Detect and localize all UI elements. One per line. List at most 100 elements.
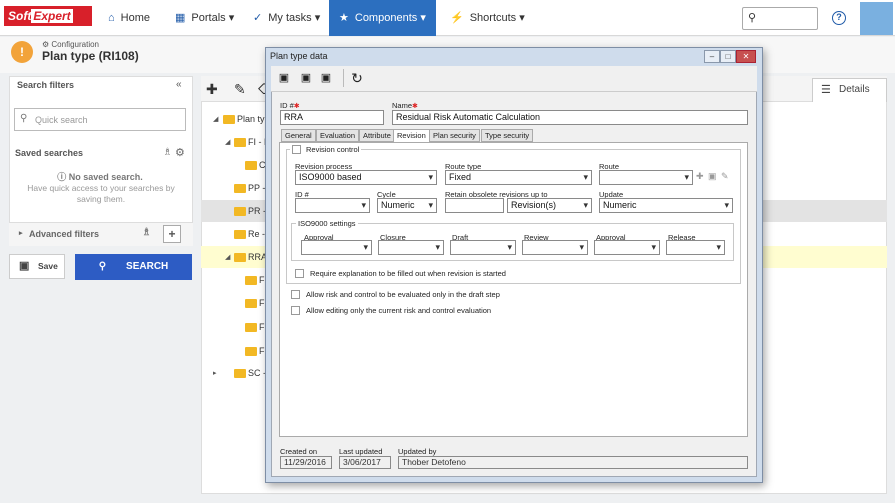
folder-icon — [245, 347, 257, 356]
folder-icon — [234, 230, 246, 239]
tab-evaluation[interactable]: Evaluation — [316, 129, 360, 142]
add-filter-icon[interactable]: + — [163, 225, 181, 243]
allow-draft-evaluation: Allow risk and control to be evaluated o… — [291, 290, 500, 299]
softexpert-logo[interactable]: Soft Expert — [4, 6, 92, 26]
advanced-filters-toggle[interactable]: ▸ Advanced filters ♗ + — [9, 222, 193, 246]
add-icon[interactable]: ✚ — [206, 81, 218, 98]
maximize-button[interactable]: □ — [720, 50, 736, 63]
details-tab[interactable]: ☰ Details — [812, 78, 887, 102]
dialog-title: Plan type data — [270, 51, 328, 61]
retain-field[interactable] — [445, 198, 504, 213]
tab-plan-security[interactable]: Plan security — [429, 129, 480, 142]
tab-type-security[interactable]: Type security — [481, 129, 534, 142]
toolbar-divider — [343, 69, 344, 87]
created-on-value: 11/29/2016 — [280, 456, 332, 469]
revision-control: Revision control — [290, 145, 362, 154]
created-on-label: Created on — [280, 447, 318, 456]
bolt-icon: ⚡ — [450, 12, 464, 24]
id-field[interactable]: RRA — [280, 110, 384, 125]
id2-select[interactable] — [295, 198, 370, 213]
allow-edit-checkbox[interactable] — [291, 306, 300, 315]
close-button[interactable]: ✕ — [736, 50, 756, 63]
folder-icon — [234, 369, 246, 378]
check-icon: ✓ — [253, 12, 263, 24]
update-select[interactable]: Numeric — [599, 198, 733, 213]
minimize-button[interactable]: – — [704, 50, 720, 63]
iso9000-settings-title: ISO9000 settings — [296, 219, 358, 228]
search-button[interactable]: ⚲ SEARCH — [75, 254, 192, 280]
chevron-down-icon: ▾ — [519, 12, 525, 24]
name-label: Name✱ — [392, 101, 418, 110]
iso-approval2-select[interactable] — [594, 240, 660, 255]
quick-search-input[interactable]: ⚲ Quick search — [14, 108, 186, 131]
tab-general[interactable]: General — [281, 129, 316, 142]
iso-approval-select[interactable] — [301, 240, 372, 255]
search-icon: ⚲ — [98, 261, 107, 272]
iso-closure-select[interactable] — [378, 240, 444, 255]
global-search-input[interactable]: ⚲ — [742, 7, 818, 30]
avatar[interactable] — [860, 2, 893, 35]
edit-icon[interactable]: ✎ — [234, 81, 246, 98]
save-close-icon[interactable]: ▣ — [319, 71, 333, 85]
no-saved-search-description: Have quick access to your searches by sa… — [27, 183, 175, 204]
id-label: ID #✱ — [280, 101, 300, 110]
tab-revision[interactable]: Revision — [393, 129, 430, 143]
allow-edit-current: Allow editing only the current risk and … — [291, 306, 491, 315]
home-icon: ⌂ — [108, 12, 115, 24]
revision-control-checkbox[interactable] — [292, 145, 301, 154]
binoculars-icon[interactable]: ▣ — [708, 171, 717, 182]
folder-icon — [245, 299, 257, 308]
add-icon[interactable]: ✚ — [696, 171, 704, 182]
grid-icon: ▦ — [175, 12, 186, 24]
route-select[interactable] — [599, 170, 693, 185]
search-icon: ⚲ — [748, 12, 757, 24]
save-button[interactable]: ▣ Save — [9, 254, 65, 279]
updated-by-value: Thober Detofeno — [398, 456, 748, 469]
save-new-icon[interactable]: ▣ — [277, 71, 291, 85]
save-icon: ▣ — [19, 260, 30, 272]
chevron-down-icon: ▾ — [228, 12, 235, 24]
details-icon: ☰ — [821, 84, 831, 96]
refresh-icon[interactable]: ↻ — [350, 71, 364, 85]
expand-icon[interactable]: ▸ — [213, 369, 217, 377]
nav-components[interactable]: ★ Components ▾ — [329, 0, 436, 36]
required-icon: ✱ — [412, 103, 418, 110]
revision-process-select[interactable]: ISO9000 based — [295, 170, 437, 185]
broom-icon[interactable]: ♗ — [163, 147, 172, 158]
require-explanation: Require explanation to be filled out whe… — [295, 269, 506, 278]
broom-icon[interactable]: ♗ — [142, 227, 151, 238]
expand-icon[interactable]: ◢ — [225, 138, 230, 146]
help-icon[interactable]: ? — [832, 11, 846, 25]
expand-icon[interactable]: ◢ — [225, 253, 230, 261]
nav-shortcuts[interactable]: ⚡ Shortcuts ▾ — [440, 0, 535, 36]
iso-draft-select[interactable] — [450, 240, 516, 255]
last-updated-value: 3/06/2017 — [339, 456, 391, 469]
chevron-right-icon: ▸ — [19, 230, 23, 237]
retain-unit-select[interactable]: Revision(s) — [507, 198, 592, 213]
expand-icon[interactable]: ◢ — [213, 115, 218, 123]
cycle-select[interactable]: Numeric — [377, 198, 437, 213]
gear-icon[interactable]: ⚙ — [175, 146, 185, 159]
edit-icon[interactable]: ✎ — [721, 171, 729, 182]
iso-review-select[interactable] — [522, 240, 588, 255]
nav-portals[interactable]: ▦ Portals ▾ — [165, 0, 244, 36]
folder-icon — [223, 115, 235, 124]
tab-attribute[interactable]: Attribute — [359, 129, 395, 142]
folder-icon — [234, 253, 246, 262]
route-type-select[interactable]: Fixed — [445, 170, 592, 185]
collapse-icon[interactable]: « — [176, 79, 182, 90]
trophy-icon: ★ — [339, 12, 349, 24]
iso-release-select[interactable] — [666, 240, 725, 255]
allow-draft-checkbox[interactable] — [291, 290, 300, 299]
chevron-down-icon: ▾ — [420, 12, 426, 24]
folder-icon — [245, 276, 257, 285]
require-explanation-checkbox[interactable] — [295, 269, 304, 278]
name-field[interactable]: Residual Risk Automatic Calculation — [392, 110, 748, 125]
nav-home[interactable]: ⌂ Home — [98, 0, 160, 36]
save-icon[interactable]: ▣ — [299, 71, 313, 85]
last-updated-label: Last updated — [339, 447, 383, 456]
nav-my-tasks[interactable]: ✓ My tasks ▾ — [243, 0, 330, 36]
breadcrumb: ⚙ Configuration — [42, 40, 99, 49]
folder-icon — [245, 323, 257, 332]
search-filters-panel — [9, 76, 193, 246]
